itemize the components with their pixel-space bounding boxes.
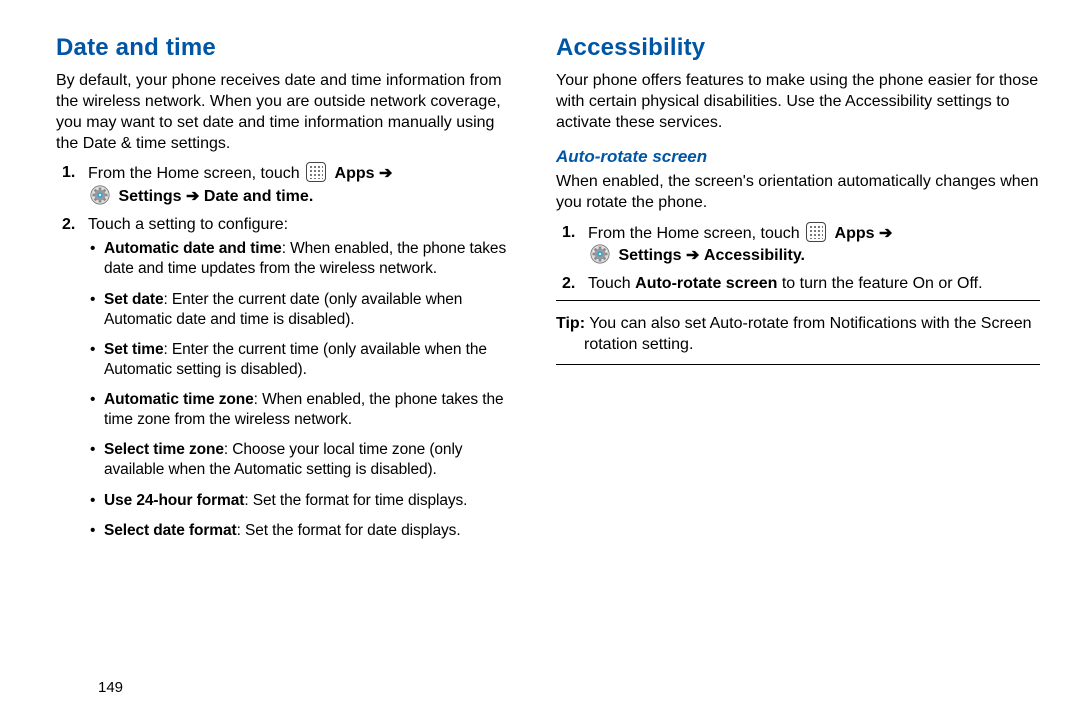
list-item: Set date: Enter the current date (only a… — [102, 290, 520, 330]
step-2-post: to turn the feature On or Off. — [777, 275, 982, 292]
settings-bullets: Automatic date and time: When enabled, t… — [88, 239, 520, 541]
apps-icon — [306, 162, 326, 182]
arrow-icon: ➔ — [879, 225, 892, 242]
tip-text: You can also set Auto-rotate from Notifi… — [584, 315, 1032, 353]
heading-date-and-time: Date and time — [56, 34, 520, 62]
step-2: Touch Auto-rotate screen to turn the fea… — [578, 273, 1040, 295]
term: Automatic time zone — [104, 391, 254, 408]
settings-label: Settings — [118, 188, 181, 205]
term: Set time — [104, 341, 164, 358]
step-2-pre: Touch — [588, 275, 635, 292]
term: Use 24-hour format — [104, 492, 244, 509]
arrow-icon: ➔ — [186, 188, 199, 205]
date-time-intro: By default, your phone receives date and… — [56, 70, 520, 154]
term: Automatic date and time — [104, 240, 282, 257]
term: Set date — [104, 291, 164, 308]
divider — [556, 300, 1040, 301]
step-2-text: Touch a setting to configure: — [88, 216, 288, 233]
auto-rotate-steps: From the Home screen, touch Apps ➔ Setti… — [556, 222, 1040, 295]
apps-label: Apps — [335, 165, 375, 182]
heading-accessibility: Accessibility — [556, 34, 1040, 62]
apps-icon — [806, 222, 826, 242]
list-item: Select date format: Set the format for d… — [102, 521, 520, 541]
arrow-icon: ➔ — [379, 165, 392, 182]
list-item: Automatic time zone: When enabled, the p… — [102, 390, 520, 430]
list-item: Select time zone: Choose your local time… — [102, 440, 520, 480]
step-1-prefix: From the Home screen, touch — [88, 165, 304, 182]
term: Select time zone — [104, 441, 224, 458]
breadcrumb-leaf: Date and time — [204, 188, 309, 205]
divider — [556, 364, 1040, 365]
desc: : Set the format for time displays. — [244, 492, 467, 509]
settings-label: Settings — [618, 247, 681, 264]
step-1: From the Home screen, touch Apps ➔ Setti… — [78, 162, 520, 207]
left-column: Date and time By default, your phone rec… — [56, 34, 548, 700]
right-column: Accessibility Your phone offers features… — [548, 34, 1040, 700]
tip-label: Tip: — [556, 315, 585, 332]
desc: : Set the format for date displays. — [237, 522, 461, 539]
date-time-steps: From the Home screen, touch Apps ➔ Setti… — [56, 162, 520, 540]
term: Select date format — [104, 522, 237, 539]
step-2: Touch a setting to configure: Automatic … — [78, 214, 520, 541]
manual-page: Date and time By default, your phone rec… — [0, 0, 1080, 720]
auto-rotate-intro: When enabled, the screen's orientation a… — [556, 171, 1040, 213]
step-1: From the Home screen, touch Apps ➔ Setti… — [578, 222, 1040, 267]
settings-icon — [590, 244, 610, 264]
list-item: Set time: Enter the current time (only a… — [102, 340, 520, 380]
subheading-auto-rotate: Auto-rotate screen — [556, 147, 1040, 167]
list-item: Automatic date and time: When enabled, t… — [102, 239, 520, 279]
arrow-icon: ➔ — [686, 247, 699, 264]
accessibility-intro: Your phone offers features to make using… — [556, 70, 1040, 133]
list-item: Use 24-hour format: Set the format for t… — [102, 491, 520, 511]
apps-label: Apps — [835, 225, 875, 242]
step-2-bold: Auto-rotate screen — [635, 275, 777, 292]
page-number: 149 — [98, 679, 123, 696]
step-1-prefix: From the Home screen, touch — [588, 225, 804, 242]
tip: Tip: You can also set Auto-rotate from N… — [556, 313, 1040, 355]
breadcrumb-leaf: Accessibility — [704, 247, 801, 264]
settings-icon — [90, 185, 110, 205]
